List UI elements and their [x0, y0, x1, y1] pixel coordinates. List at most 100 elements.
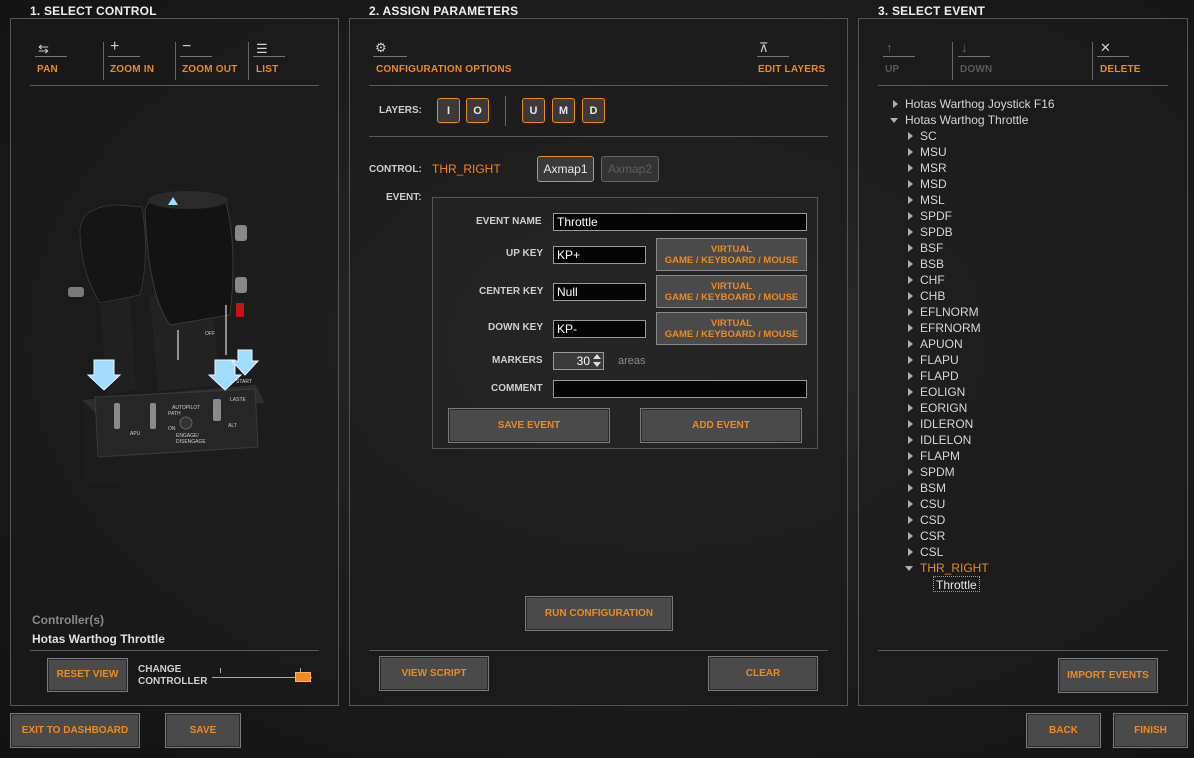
- axmap1-button[interactable]: Axmap1: [537, 156, 594, 182]
- layer-button-i[interactable]: I: [437, 98, 460, 123]
- tree-item-throttle-event[interactable]: Throttle: [933, 576, 980, 592]
- tree-item-thr-right[interactable]: THR_RIGHT: [905, 560, 989, 576]
- expand-icon[interactable]: [908, 548, 913, 556]
- up-key-field[interactable]: KP+: [553, 246, 646, 264]
- axmap2-button[interactable]: Axmap2: [601, 156, 659, 182]
- tree-item-event[interactable]: FLAPD: [908, 368, 959, 384]
- reset-view-button[interactable]: RESET VIEW: [47, 658, 128, 692]
- tree-item-event[interactable]: BSF: [908, 240, 943, 256]
- comment-field[interactable]: [553, 380, 807, 398]
- tree-item-event[interactable]: CSR: [908, 528, 945, 544]
- expand-icon[interactable]: [908, 372, 913, 380]
- tree-item-event[interactable]: CSU: [908, 496, 945, 512]
- tree-item-event[interactable]: EFRNORM: [908, 320, 981, 336]
- tree-item-label: Hotas Warthog Joystick F16: [905, 97, 1055, 111]
- tree-item-event[interactable]: IDLERON: [908, 416, 973, 432]
- expand-icon[interactable]: [908, 228, 913, 236]
- clear-button[interactable]: CLEAR: [708, 656, 818, 691]
- expand-icon[interactable]: [908, 500, 913, 508]
- collapse-icon[interactable]: [890, 118, 898, 123]
- stepper-up-icon[interactable]: [593, 354, 601, 359]
- expand-icon[interactable]: [908, 436, 913, 444]
- add-event-button[interactable]: ADD EVENT: [640, 408, 802, 443]
- expand-icon[interactable]: [908, 292, 913, 300]
- expand-icon[interactable]: [908, 516, 913, 524]
- center-key-field[interactable]: Null: [553, 283, 646, 301]
- save-button[interactable]: SAVE: [165, 713, 241, 748]
- run-configuration-button[interactable]: RUN CONFIGURATION: [525, 596, 673, 631]
- tree-item-event[interactable]: FLAPU: [908, 352, 959, 368]
- collapse-icon[interactable]: [905, 566, 913, 571]
- expand-icon[interactable]: [908, 484, 913, 492]
- back-button[interactable]: BACK: [1026, 713, 1101, 748]
- expand-icon[interactable]: [908, 532, 913, 540]
- expand-icon[interactable]: [908, 148, 913, 156]
- side-knob: [68, 287, 84, 297]
- tree-item-event[interactable]: SPDB: [908, 224, 953, 240]
- layer-button-u[interactable]: U: [522, 98, 545, 123]
- toggle-switch: [150, 403, 156, 429]
- expand-icon[interactable]: [908, 180, 913, 188]
- import-events-button[interactable]: IMPORT EVENTS: [1058, 658, 1158, 693]
- layer-button-m[interactable]: M: [552, 98, 575, 123]
- expand-icon[interactable]: [908, 468, 913, 476]
- on-label: ON: [168, 426, 176, 432]
- tree-item-event[interactable]: CSL: [908, 544, 943, 560]
- expand-icon[interactable]: [908, 196, 913, 204]
- tree-item-event[interactable]: EOLIGN: [908, 384, 965, 400]
- expand-icon[interactable]: [908, 276, 913, 284]
- expand-icon[interactable]: [908, 260, 913, 268]
- tree-item-event[interactable]: CHB: [908, 288, 945, 304]
- expand-icon[interactable]: [908, 324, 913, 332]
- tree-item-event[interactable]: APUON: [908, 336, 963, 352]
- expand-icon[interactable]: [908, 420, 913, 428]
- tree-item-event[interactable]: MSL: [908, 192, 945, 208]
- layer-button-o[interactable]: O: [466, 98, 489, 123]
- tree-item-event[interactable]: EORIGN: [908, 400, 967, 416]
- tree-item-event[interactable]: FLAPM: [908, 448, 960, 464]
- throttle-3d-view[interactable]: AUTOPILOT ENGAGE/ DISENGAGE LASTE ALT PA…: [60, 185, 280, 495]
- expand-icon[interactable]: [908, 132, 913, 140]
- layer-button-d[interactable]: D: [582, 98, 605, 123]
- expand-icon[interactable]: [908, 340, 913, 348]
- expand-icon[interactable]: [908, 244, 913, 252]
- tree-item-event[interactable]: SPDM: [908, 464, 955, 480]
- up-key-virtual-button[interactable]: VIRTUAL GAME / KEYBOARD / MOUSE: [656, 238, 807, 271]
- down-key-field[interactable]: KP-: [553, 320, 646, 338]
- tree-item-event[interactable]: MSU: [908, 144, 947, 160]
- slider-thumb[interactable]: [295, 672, 311, 682]
- disengage-label: DISENGAGE: [176, 439, 206, 445]
- expand-icon[interactable]: [908, 404, 913, 412]
- tree-item-event[interactable]: SC: [908, 128, 937, 144]
- tree-item-label: MSD: [920, 177, 947, 191]
- stepper-down-icon[interactable]: [593, 362, 601, 367]
- tree-item-event[interactable]: MSD: [908, 176, 947, 192]
- tree-item-event[interactable]: SPDF: [908, 208, 952, 224]
- save-event-button[interactable]: SAVE EVENT: [448, 408, 610, 443]
- center-key-virtual-button[interactable]: VIRTUAL GAME / KEYBOARD / MOUSE: [656, 275, 807, 308]
- expand-icon[interactable]: [908, 356, 913, 364]
- arrow-down-icon: ↓: [961, 40, 968, 55]
- expand-icon[interactable]: [908, 388, 913, 396]
- tree-item-throttle[interactable]: Hotas Warthog Throttle: [890, 112, 1028, 128]
- expand-icon[interactable]: [893, 100, 898, 108]
- down-key-virtual-button[interactable]: VIRTUAL GAME / KEYBOARD / MOUSE: [656, 312, 807, 345]
- tree-item-event[interactable]: CHF: [908, 272, 945, 288]
- tree-item-event[interactable]: BSB: [908, 256, 944, 272]
- tree-item-event[interactable]: EFLNORM: [908, 304, 979, 320]
- tree-item-event[interactable]: CSD: [908, 512, 945, 528]
- event-name-field[interactable]: Throttle: [553, 213, 807, 231]
- expand-icon[interactable]: [908, 452, 913, 460]
- view-script-button[interactable]: VIEW SCRIPT: [379, 656, 489, 691]
- tree-item-event[interactable]: BSM: [908, 480, 946, 496]
- tree-item-event[interactable]: MSR: [908, 160, 947, 176]
- expand-icon[interactable]: [908, 164, 913, 172]
- expand-icon[interactable]: [908, 308, 913, 316]
- markers-stepper[interactable]: 30: [553, 352, 604, 370]
- expand-icon[interactable]: [908, 212, 913, 220]
- finish-button[interactable]: FINISH: [1113, 713, 1188, 748]
- tree-item-label: SPDM: [920, 465, 955, 479]
- tree-item-joystick[interactable]: Hotas Warthog Joystick F16: [893, 96, 1055, 112]
- exit-to-dashboard-button[interactable]: EXIT TO DASHBOARD: [10, 713, 140, 748]
- tree-item-event[interactable]: IDLELON: [908, 432, 971, 448]
